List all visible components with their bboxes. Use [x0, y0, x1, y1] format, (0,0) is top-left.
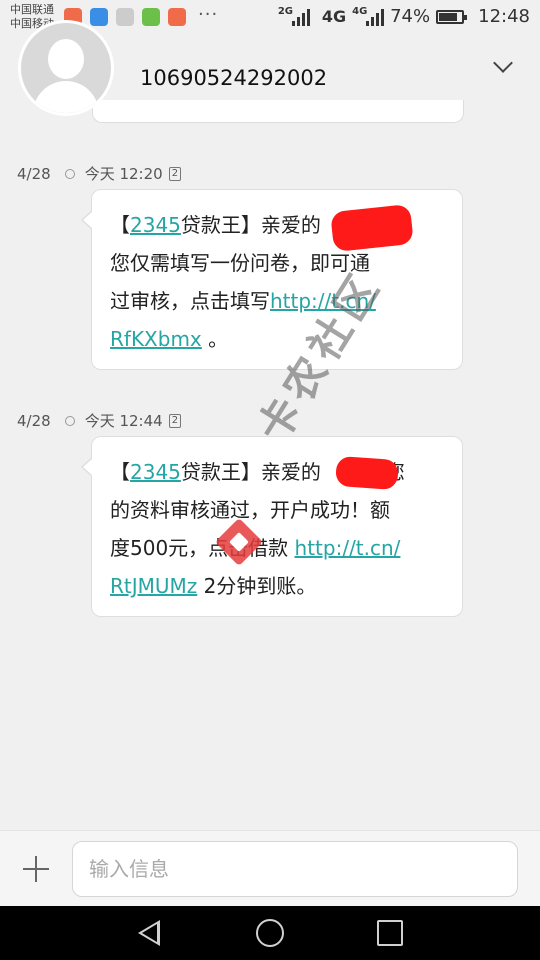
message-link[interactable]: http://t.cn/ [295, 536, 401, 560]
recent-apps-icon[interactable] [377, 920, 403, 946]
more-notifications-icon: ··· [198, 4, 219, 25]
navigation-bar [0, 906, 540, 960]
app-notification-icon [116, 8, 134, 26]
message-link[interactable]: RtJMUMz [110, 574, 197, 598]
message-bubble[interactable]: 【2345贷款王】亲爱的您 的资料审核通过，开户成功！额 度500元，点击借款 … [81, 436, 463, 617]
back-icon[interactable] [138, 920, 160, 946]
battery-icon [436, 9, 468, 24]
clock: 12:48 [478, 6, 530, 27]
sim-badge: 2 [168, 166, 182, 181]
battery-percent: 74% [390, 6, 431, 27]
message-input[interactable] [72, 841, 518, 897]
status-dot-icon [64, 168, 75, 179]
system-indicators: 2G 4G 4G 74% 12:48 [278, 6, 530, 28]
sim-badge: 2 [168, 413, 182, 428]
contact-number: 10690524292002 [140, 66, 328, 90]
redaction-mark [330, 203, 414, 253]
message-link[interactable]: 2345 [130, 460, 181, 484]
app-notification-icon [168, 8, 186, 26]
message-timestamp: 4/28 今天 12:44 2 [17, 410, 182, 431]
previous-message-bubble[interactable] [92, 100, 464, 123]
message-line: 度500元，点击借款 http://t.cn/ [110, 536, 401, 560]
message-link[interactable]: RfKXbmx [110, 327, 202, 351]
app-notification-icon [142, 8, 160, 26]
person-avatar-icon[interactable] [18, 20, 114, 116]
message-timestamp: 4/28 今天 12:20 2 [17, 163, 182, 184]
home-icon[interactable] [256, 919, 284, 947]
signal-1-icon: 2G [278, 6, 310, 26]
message-line: 您仅需填写一份问卷，即可通 [110, 251, 370, 275]
carrier-1: 中国联通 [10, 3, 54, 16]
message-line: RtJMUMz 2分钟到账。 [110, 574, 317, 598]
net-type-label: 4G [321, 7, 347, 26]
status-dot-icon [64, 415, 75, 426]
message-link[interactable]: 2345 [130, 213, 181, 237]
message-line: 过审核，点击填写http://t.cn/ [110, 289, 376, 313]
redaction-mark [335, 455, 399, 491]
battery-fill [439, 12, 457, 21]
message-line: RfKXbmx 。 [110, 327, 229, 351]
signal-2-icon: 4G [352, 6, 385, 26]
message-line: 的资料审核通过，开户成功！额 [110, 498, 390, 522]
plus-icon[interactable] [23, 856, 49, 882]
compose-bar [0, 830, 540, 907]
app-notification-icon [90, 8, 108, 26]
